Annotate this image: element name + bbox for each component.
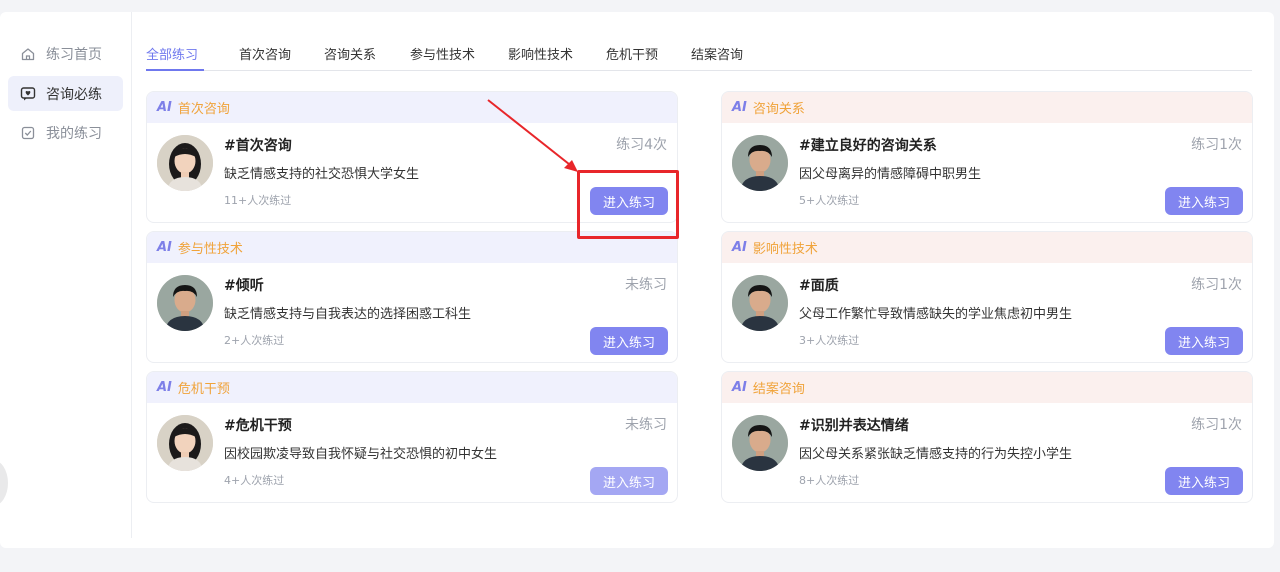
sidebar-item-my-practice[interactable]: 我的练习 xyxy=(8,115,123,150)
card-description: 因父母关系紧张缺乏情感支持的行为失控小学生 xyxy=(799,447,1073,462)
practice-card: AI 危机干预 #危机干预 因校园欺凌导致自我怀疑与社交恐惧的初中女生 4+人次… xyxy=(146,371,678,503)
card-status: 练习1次 xyxy=(1191,417,1242,433)
card-header: AI 咨询关系 xyxy=(722,92,1252,123)
girl-avatar xyxy=(157,135,213,191)
tab-consult-relation[interactable]: 咨询关系 xyxy=(324,44,376,63)
card-title: #危机干预 xyxy=(224,418,292,434)
ai-icon: AI xyxy=(732,100,747,115)
ai-icon: AI xyxy=(732,380,747,395)
enter-practice-button[interactable]: 进入练习 xyxy=(590,327,668,355)
card-title: #面质 xyxy=(799,278,839,294)
enter-practice-button[interactable]: 进入练习 xyxy=(1165,187,1243,215)
practice-card: AI 结案咨询 #识别并表达情绪 因父母关系紧张缺乏情感支持的行为失控小学生 8… xyxy=(721,371,1253,503)
card-practice-count: 4+人次练过 xyxy=(224,474,285,487)
annotation-arrow-icon xyxy=(487,99,578,172)
tab-influence-skill[interactable]: 影响性技术 xyxy=(508,44,573,63)
active-tab-underline xyxy=(146,69,204,71)
card-category: 影响性技术 xyxy=(752,242,818,257)
sidebar-item-consult-practice[interactable]: 咨询必练 xyxy=(8,76,123,111)
card-description: 缺乏情感支持的社交恐惧大学女生 xyxy=(224,167,420,182)
ai-icon: AI xyxy=(157,240,172,255)
home-icon xyxy=(20,46,36,62)
card-category: 危机干预 xyxy=(177,382,230,397)
checklist-icon xyxy=(20,125,36,141)
card-practice-count: 8+人次练过 xyxy=(799,474,860,487)
boy-avatar xyxy=(732,415,788,471)
card-status: 练习1次 xyxy=(1191,137,1242,153)
tab-crisis-intervention[interactable]: 危机干预 xyxy=(606,44,658,63)
card-status: 练习1次 xyxy=(1191,277,1242,293)
card-description: 父母工作繁忙导致情感缺失的学业焦虑初中男生 xyxy=(799,307,1073,322)
tab-first-consult[interactable]: 首次咨询 xyxy=(239,44,291,63)
card-status: 未练习 xyxy=(625,277,667,293)
card-title: #倾听 xyxy=(224,278,264,294)
card-title: #首次咨询 xyxy=(224,138,292,154)
girl-avatar xyxy=(157,415,213,471)
card-header: AI 首次咨询 xyxy=(147,92,677,123)
card-category: 参与性技术 xyxy=(177,242,243,257)
card-description: 缺乏情感支持与自我表达的选择困惑工科生 xyxy=(224,307,472,322)
enter-practice-button[interactable]: 进入练习 xyxy=(1165,467,1243,495)
tab-all[interactable]: 全部练习 xyxy=(146,44,198,63)
card-practice-count: 2+人次练过 xyxy=(224,334,285,347)
card-description: 因校园欺凌导致自我怀疑与社交恐惧的初中女生 xyxy=(224,447,498,462)
card-status: 练习4次 xyxy=(616,137,667,153)
card-title: #识别并表达情绪 xyxy=(799,418,909,434)
card-status: 未练习 xyxy=(625,417,667,433)
sidebar: 练习首页 咨询必练 我的练习 xyxy=(0,12,132,538)
sidebar-item-label: 咨询必练 xyxy=(46,86,102,103)
card-practice-count: 5+人次练过 xyxy=(799,194,860,207)
tab-closing-consult[interactable]: 结案咨询 xyxy=(691,44,743,63)
boy-avatar xyxy=(157,275,213,331)
tab-participation-skill[interactable]: 参与性技术 xyxy=(410,44,475,63)
card-practice-count: 11+人次练过 xyxy=(224,194,292,207)
sidebar-item-home[interactable]: 练习首页 xyxy=(8,36,123,71)
page-container: 练习首页 咨询必练 我的练习 全部练习 首次咨询 咨询关系 参与性技术 影响性技… xyxy=(0,12,1274,548)
chat-heart-icon xyxy=(20,86,36,102)
ai-icon: AI xyxy=(157,100,172,115)
boy-avatar xyxy=(732,275,788,331)
ai-icon: AI xyxy=(732,240,747,255)
boy-avatar xyxy=(732,135,788,191)
card-practice-count: 3+人次练过 xyxy=(799,334,860,347)
card-title: #建立良好的咨询关系 xyxy=(799,138,937,154)
sidebar-item-label: 练习首页 xyxy=(46,46,102,63)
card-header: AI 危机干预 xyxy=(147,372,677,403)
card-category: 结案咨询 xyxy=(752,382,805,397)
card-category: 首次咨询 xyxy=(177,102,230,117)
practice-card: AI 影响性技术 #面质 父母工作繁忙导致情感缺失的学业焦虑初中男生 3+人次练… xyxy=(721,231,1253,363)
enter-practice-button[interactable]: 进入练习 xyxy=(1165,327,1243,355)
ai-icon: AI xyxy=(157,380,172,395)
practice-card: AI 咨询关系 #建立良好的咨询关系 因父母离异的情感障碍中职男生 5+人次练过… xyxy=(721,91,1253,223)
card-description: 因父母离异的情感障碍中职男生 xyxy=(799,167,982,182)
card-header: AI 结案咨询 xyxy=(722,372,1252,403)
card-header: AI 影响性技术 xyxy=(722,232,1252,263)
sidebar-item-label: 我的练习 xyxy=(46,125,102,142)
enter-practice-button[interactable]: 进入练习 xyxy=(590,467,668,495)
category-tabs: 全部练习 首次咨询 咨询关系 参与性技术 影响性技术 危机干预 结案咨询 xyxy=(146,36,1252,71)
card-category: 咨询关系 xyxy=(752,102,805,117)
annotation-highlight-box xyxy=(577,170,679,239)
practice-card: AI 参与性技术 #倾听 缺乏情感支持与自我表达的选择困惑工科生 2+人次练过 … xyxy=(146,231,678,363)
